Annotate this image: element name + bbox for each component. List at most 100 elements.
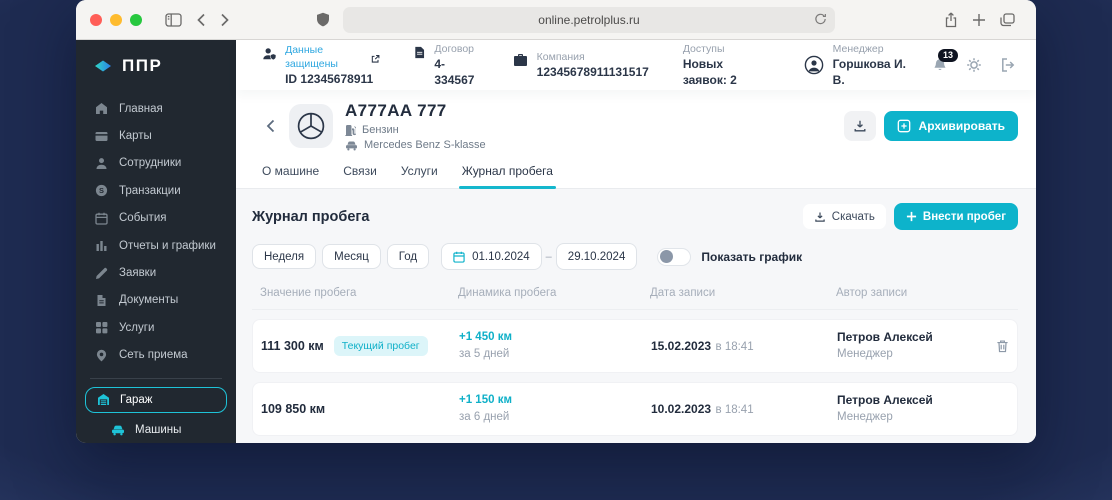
mileage-value: 111 300 км	[261, 339, 324, 353]
sidebar-item-transactions[interactable]: S Транзакции	[76, 177, 236, 204]
garage-icon	[97, 393, 110, 406]
record-time: в 18:41	[716, 404, 754, 416]
filter-year[interactable]: Год	[387, 244, 429, 269]
svg-text:S: S	[99, 186, 104, 195]
calendar-icon	[453, 251, 465, 263]
sidebar-item-home[interactable]: Главная	[76, 95, 236, 122]
download-journal-button[interactable]: Скачать	[803, 204, 886, 229]
record-author-role: Менеджер	[837, 409, 983, 426]
sidebar-item-reports[interactable]: Отчеты и графики	[76, 232, 236, 259]
sidebar-item-events[interactable]: События	[76, 205, 236, 232]
sidebar-item-documents[interactable]: Документы	[76, 287, 236, 314]
app-sidebar: ППР Главная Карты Сотрудники	[76, 40, 236, 443]
app-logo[interactable]: ППР	[76, 53, 236, 79]
sidebar-toggle-icon[interactable]	[165, 13, 182, 27]
grid-icon	[95, 321, 108, 334]
access-value: Новых заявок: 2	[683, 56, 770, 88]
company-value: 12345678911131517	[537, 64, 649, 80]
manager-label: Менеджер	[833, 42, 910, 56]
privacy-shield-icon[interactable]	[316, 12, 330, 27]
brand-logo-box	[289, 104, 333, 148]
date-from-input[interactable]: 01.10.2024	[441, 243, 542, 270]
vehicle-model-row: Mercedes Benz S-klasse	[345, 139, 486, 151]
plus-icon	[906, 211, 917, 222]
mileage-journal-section: Журнал пробега Скачать Внести пробег	[236, 189, 1036, 443]
journal-title: Журнал пробега	[252, 209, 370, 225]
column-mileage: Значение пробега	[260, 287, 458, 299]
close-window-button[interactable]	[90, 14, 102, 26]
filter-week[interactable]: Неделя	[252, 244, 316, 269]
protected-data-link[interactable]: Данные защищены	[285, 43, 367, 71]
filter-month[interactable]: Месяц	[322, 244, 381, 269]
back-button[interactable]	[196, 13, 206, 27]
sidebar-item-requests[interactable]: Заявки	[76, 259, 236, 286]
zoom-window-button[interactable]	[130, 14, 142, 26]
browser-toolbar: online.petrolplus.ru	[76, 0, 1036, 40]
download-vehicle-button[interactable]	[844, 111, 876, 141]
notifications-button[interactable]: 13	[932, 57, 948, 73]
avatar	[804, 54, 824, 76]
contract-value: 4-334567	[434, 56, 478, 88]
url-text: online.petrolplus.ru	[538, 13, 639, 27]
column-author: Автор записи	[836, 287, 984, 299]
tab-links[interactable]: Связи	[343, 164, 377, 188]
minimize-window-button[interactable]	[110, 14, 122, 26]
logo-mark-icon	[93, 59, 113, 73]
record-date: 10.02.2023	[651, 402, 711, 416]
user-shield-icon	[262, 46, 276, 62]
protected-data-group: Данные защищены ID 12345678911	[262, 43, 380, 87]
back-chevron-button[interactable]	[266, 119, 275, 133]
access-group: Доступы Новых заявок: 2	[683, 42, 770, 88]
tab-overview-icon[interactable]	[1000, 13, 1015, 27]
show-chart-toggle[interactable]	[657, 248, 691, 266]
contract-group: Договор 4-334567	[414, 42, 479, 88]
browser-window: online.petrolplus.ru	[76, 0, 1036, 443]
sidebar-divider	[90, 378, 222, 379]
manager-group[interactable]: Менеджер Горшкова И. В.	[804, 42, 910, 88]
tab-mileage-journal[interactable]: Журнал пробега	[462, 164, 553, 188]
access-label: Доступы	[683, 42, 770, 56]
mileage-period: за 5 дней	[459, 346, 651, 363]
logout-icon	[1000, 57, 1016, 73]
address-bar[interactable]: online.petrolplus.ru	[343, 7, 835, 33]
car-side-icon	[345, 140, 358, 151]
journal-row[interactable]: 111 300 км Текущий пробег +1 450 км за 5…	[252, 319, 1018, 373]
sidebar-item-employees[interactable]: Сотрудники	[76, 150, 236, 177]
contract-label: Договор	[434, 42, 478, 56]
logo-text: ППР	[122, 56, 162, 76]
new-tab-icon[interactable]	[972, 13, 986, 27]
record-author: Петров Алексей	[837, 329, 983, 346]
share-icon[interactable]	[944, 12, 958, 28]
archive-button[interactable]: Архивировать	[884, 111, 1018, 141]
tab-about[interactable]: О машине	[262, 164, 319, 188]
vehicle-header: A777AA 777 Бензин Mercedes Benz S-klasse	[236, 90, 1036, 151]
vehicle-fuel: Бензин	[362, 124, 399, 136]
record-author: Петров Алексей	[837, 392, 983, 409]
pin-icon	[95, 349, 108, 362]
sidebar-item-garage[interactable]: Гараж	[85, 387, 227, 413]
bar-chart-icon	[95, 239, 108, 252]
delete-record-button[interactable]	[983, 339, 1009, 353]
forward-button[interactable]	[220, 13, 230, 27]
sidebar-item-cards[interactable]: Карты	[76, 122, 236, 149]
client-id: ID 12345678911	[285, 71, 380, 87]
journal-row[interactable]: 109 850 км +1 150 км за 6 дней 10.02.202…	[252, 382, 1018, 436]
add-mileage-button[interactable]: Внести пробег	[894, 203, 1018, 230]
sidebar-item-services[interactable]: Услуги	[76, 314, 236, 341]
trash-icon	[996, 339, 1009, 353]
download-icon	[853, 119, 867, 133]
sidebar-item-network[interactable]: Сеть приема	[76, 342, 236, 369]
mileage-value: 109 850 км	[261, 402, 325, 416]
show-chart-label: Показать график	[701, 250, 802, 264]
vehicle-model: Mercedes Benz S-klasse	[364, 139, 486, 151]
logout-button[interactable]	[1000, 57, 1016, 73]
coin-icon: S	[95, 184, 108, 197]
column-dynamics: Динамика пробега	[458, 287, 650, 299]
current-mileage-badge: Текущий пробег	[334, 336, 428, 356]
sidebar-item-cars[interactable]: Машины	[76, 424, 236, 436]
settings-button[interactable]	[966, 57, 982, 73]
tab-services[interactable]: Услуги	[401, 164, 438, 188]
reload-icon[interactable]	[814, 12, 827, 29]
date-to-input[interactable]: 29.10.2024	[556, 243, 638, 270]
company-label: Компания	[537, 50, 649, 64]
